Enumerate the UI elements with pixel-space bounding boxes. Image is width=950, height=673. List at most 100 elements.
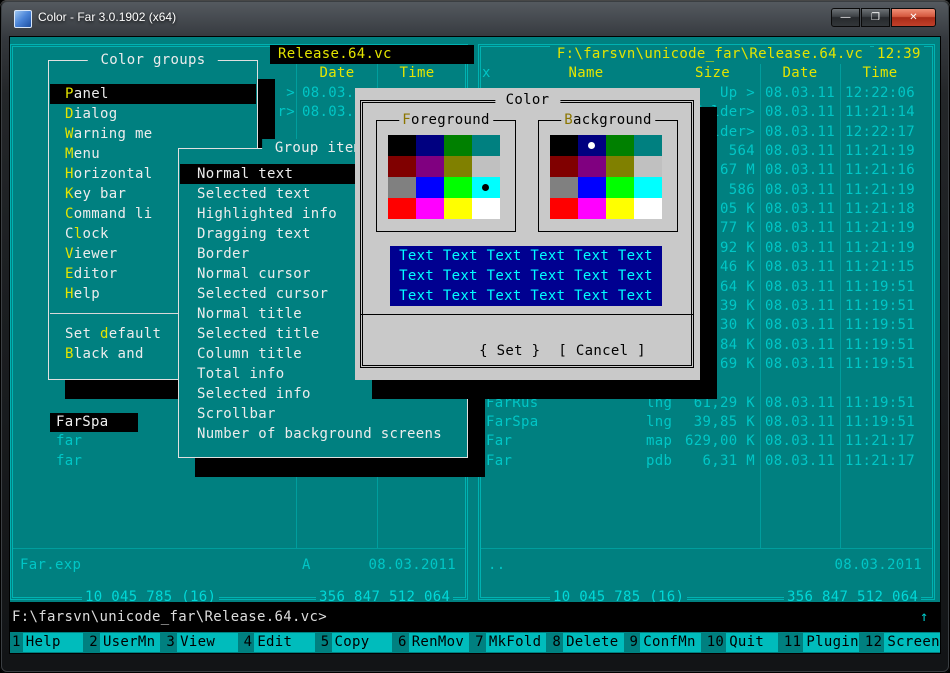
keybar-slot-confmn[interactable]: 9ConfMn	[628, 633, 705, 652]
set-button[interactable]: { Set }	[479, 343, 540, 359]
titlebar[interactable]: Color - Far 3.0.1902 (x64) — ❐ ✕	[0, 0, 950, 37]
color-swatch[interactable]	[472, 198, 500, 219]
color-swatch[interactable]	[550, 135, 578, 156]
color-swatch[interactable]	[606, 135, 634, 156]
file-cell-date[interactable]: 08.03.11	[765, 413, 835, 432]
file-cell-time[interactable]: 12:22:17	[845, 123, 915, 142]
file-cell-time[interactable]: 11:21:16	[845, 161, 915, 180]
keybar-slot-plugin[interactable]: 11Plugin	[782, 633, 863, 652]
file-cell-time[interactable]: 11:19:51	[845, 316, 915, 335]
keybar-slot-copy[interactable]: 5Copy	[319, 633, 396, 652]
maximize-button[interactable]: ❐	[861, 8, 890, 27]
file-cell-size[interactable]: 39,85 K	[650, 413, 755, 432]
color-swatch[interactable]	[606, 156, 634, 177]
file-cell-date[interactable]: 08.03.11	[765, 161, 835, 180]
file-cell-date[interactable]: 08.03.11	[302, 103, 354, 122]
keybar-slot-view[interactable]: 3View	[164, 633, 241, 652]
color-swatch[interactable]	[578, 156, 606, 177]
keybar-label[interactable]: Edit	[254, 633, 314, 652]
keybar-label[interactable]: RenMov	[409, 633, 469, 652]
file-cell-time[interactable]: 11:21:18	[845, 200, 915, 219]
color-swatch[interactable]	[578, 177, 606, 198]
color-swatch[interactable]	[578, 198, 606, 219]
keybar-label[interactable]: Copy	[332, 633, 392, 652]
keybar-slot-usermn[interactable]: 2UserMn	[87, 633, 164, 652]
color-swatch[interactable]	[472, 177, 500, 198]
file-cell-date[interactable]: 08.03.11	[302, 84, 354, 103]
keybar-label[interactable]: Quit	[726, 633, 778, 652]
file-cell-date[interactable]: 08.03.11	[765, 452, 835, 471]
file-cell-time[interactable]: 11:21:17	[845, 432, 915, 451]
file-name[interactable]: far	[56, 432, 82, 451]
color-swatch[interactable]	[634, 156, 662, 177]
file-cell-date[interactable]: 08.03.11	[765, 142, 835, 161]
keybar-label[interactable]: Screen	[884, 633, 940, 652]
file-cell-time[interactable]: 11:19:51	[845, 297, 915, 316]
minimize-button[interactable]: —	[831, 8, 860, 27]
color-swatch[interactable]	[606, 177, 634, 198]
color-swatch[interactable]	[444, 177, 472, 198]
menu-item[interactable]: Panel	[50, 84, 256, 104]
color-swatch[interactable]	[550, 198, 578, 219]
file-cell-date[interactable]: 08.03.11	[765, 219, 835, 238]
keybar-slot-mkfold[interactable]: 7MkFold	[473, 633, 550, 652]
close-button[interactable]: ✕	[891, 8, 936, 27]
file-cell-date[interactable]: 08.03.11	[765, 394, 835, 413]
file-cell-time[interactable]: 11:19:51	[845, 336, 915, 355]
color-swatch[interactable]	[550, 156, 578, 177]
menu-item[interactable]: Warning me	[50, 124, 256, 144]
color-swatch[interactable]	[634, 135, 662, 156]
color-swatch[interactable]	[388, 198, 416, 219]
color-swatch[interactable]	[388, 135, 416, 156]
file-cell-date[interactable]: 08.03.11	[765, 432, 835, 451]
file-cell-time[interactable]: 11:19:51	[845, 278, 915, 297]
file-cell-date[interactable]: 08.03.11	[765, 200, 835, 219]
keybar-label[interactable]: View	[177, 633, 237, 652]
keybar-slot-quit[interactable]: 10Quit	[705, 633, 782, 652]
file-cell-size[interactable]: 629,00 K	[650, 432, 755, 451]
file-cell-time[interactable]: 12:22:06	[845, 84, 915, 103]
color-swatch[interactable]	[606, 198, 634, 219]
color-swatch[interactable]	[444, 198, 472, 219]
keybar-label[interactable]: Plugin	[803, 633, 859, 652]
submenu-item[interactable]: Number of background screens	[180, 424, 466, 444]
file-name[interactable]: far	[56, 452, 82, 471]
keybar-label[interactable]: Delete	[563, 633, 623, 652]
file-cell-time[interactable]: 11:21:19	[845, 181, 915, 200]
color-swatch[interactable]	[416, 177, 444, 198]
color-swatch[interactable]	[634, 177, 662, 198]
file-cell-time[interactable]: 11:21:15	[845, 258, 915, 277]
file-cell-date[interactable]: 08.03.11	[765, 123, 835, 142]
color-swatch[interactable]	[550, 177, 578, 198]
file-name[interactable]: FarSpa	[486, 413, 539, 432]
color-swatch[interactable]	[388, 156, 416, 177]
file-cell-time[interactable]: 11:19:51	[845, 355, 915, 374]
file-cell-date[interactable]: 08.03.11	[765, 316, 835, 335]
keybar-slot-help[interactable]: 1Help	[10, 633, 87, 652]
command-line[interactable]: F:\farsvn\unicode_far\Release.64.vc>	[12, 608, 327, 627]
cancel-button[interactable]: [ Cancel ]	[558, 343, 646, 359]
keybar-label[interactable]: Help	[23, 633, 83, 652]
file-cell-size[interactable]: 6,31 M	[650, 452, 755, 471]
file-cell-date[interactable]: 08.03.11	[765, 336, 835, 355]
file-cell-date[interactable]: 08.03.11	[765, 181, 835, 200]
color-swatch[interactable]	[444, 135, 472, 156]
file-cell-date[interactable]: 08.03.11	[765, 355, 835, 374]
keybar-slot-edit[interactable]: 4Edit	[242, 633, 319, 652]
file-cell-date[interactable]: 08.03.11	[765, 103, 835, 122]
color-swatch[interactable]	[444, 156, 472, 177]
color-swatch[interactable]	[416, 135, 444, 156]
color-swatch[interactable]	[388, 177, 416, 198]
file-name[interactable]: FarSpa	[56, 413, 109, 432]
file-cell-time[interactable]: 11:21:19	[845, 219, 915, 238]
color-swatch[interactable]	[416, 156, 444, 177]
color-swatch[interactable]	[416, 198, 444, 219]
keybar-slot-renmov[interactable]: 6RenMov	[396, 633, 473, 652]
file-cell-time[interactable]: 11:21:19	[845, 239, 915, 258]
color-swatch[interactable]	[634, 198, 662, 219]
menu-item[interactable]: Dialog	[50, 104, 256, 124]
file-cell-time[interactable]: 11:21:19	[845, 142, 915, 161]
submenu-item[interactable]: Scrollbar	[180, 404, 466, 424]
color-swatch[interactable]	[472, 135, 500, 156]
file-cell-date[interactable]: 08.03.11	[765, 297, 835, 316]
